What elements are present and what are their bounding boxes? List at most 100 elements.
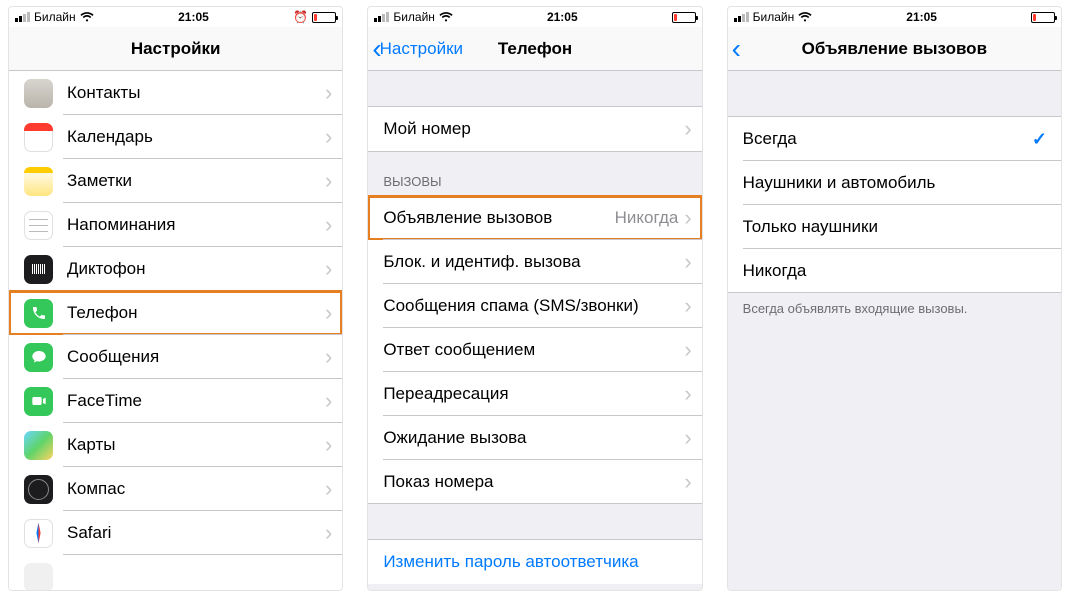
row-notes[interactable]: Заметки ›: [9, 159, 342, 203]
row-label: Ответ сообщением: [383, 340, 684, 360]
option-label: Никогда: [743, 261, 1061, 281]
chevron-right-icon: ›: [684, 249, 701, 275]
row-my-number[interactable]: Мой номер ›: [368, 107, 701, 151]
safari-icon: [24, 519, 53, 548]
row-announce-calls[interactable]: Объявление вызовов Никогда ›: [368, 196, 701, 240]
signal-icon: [15, 12, 30, 22]
screen-phone-settings: Билайн 21:05 ‹ Настройки Телефон Мой ном…: [367, 6, 702, 591]
row-partial[interactable]: [9, 555, 342, 590]
row-calendar[interactable]: Календарь ›: [9, 115, 342, 159]
row-compass[interactable]: Компас ›: [9, 467, 342, 511]
row-show-number[interactable]: Показ номера ›: [368, 460, 701, 504]
option-label: Только наушники: [743, 217, 1061, 237]
chevron-right-icon: ›: [325, 344, 342, 370]
contacts-icon: [24, 79, 53, 108]
row-safari[interactable]: Safari ›: [9, 511, 342, 555]
carrier-label: Билайн: [393, 10, 435, 24]
time-label: 21:05: [178, 10, 209, 24]
messages-icon: [24, 343, 53, 372]
settings-list: Контакты › Календарь › Заметки › Напомин…: [9, 71, 342, 590]
wifi-icon: [80, 11, 94, 24]
row-reminders[interactable]: Напоминания ›: [9, 203, 342, 247]
row-label: Контакты: [67, 83, 325, 103]
status-bar: Билайн 21:05: [368, 7, 701, 27]
row-maps[interactable]: Карты ›: [9, 423, 342, 467]
nav-bar: ‹ Объявление вызовов: [728, 27, 1061, 71]
facetime-icon: [24, 387, 53, 416]
chevron-left-icon: ‹: [732, 35, 741, 63]
chevron-right-icon: ›: [325, 300, 342, 326]
chevron-right-icon: ›: [325, 212, 342, 238]
notes-icon: [24, 167, 53, 196]
row-label: Объявление вызовов: [383, 208, 614, 228]
chevron-right-icon: ›: [325, 80, 342, 106]
row-label: Переадресация: [383, 384, 684, 404]
voice-memos-icon: [24, 255, 53, 284]
screen-announce-calls: Билайн 21:05 ‹ Объявление вызовов Всегда…: [727, 6, 1062, 591]
battery-icon: [672, 12, 696, 23]
row-label: Диктофон: [67, 259, 325, 279]
option-headphones-only[interactable]: Только наушники: [728, 205, 1061, 249]
signal-icon: [374, 12, 389, 22]
row-voice-memos[interactable]: Диктофон ›: [9, 247, 342, 291]
carrier-label: Билайн: [753, 10, 795, 24]
carrier-label: Билайн: [34, 10, 76, 24]
chevron-right-icon: ›: [684, 381, 701, 407]
back-button[interactable]: ‹: [732, 27, 739, 70]
calendar-icon: [24, 123, 53, 152]
nav-bar: Настройки: [9, 27, 342, 71]
row-label: Safari: [67, 523, 325, 543]
chevron-right-icon: ›: [325, 168, 342, 194]
option-never[interactable]: Никогда: [728, 249, 1061, 293]
chevron-right-icon: ›: [684, 469, 701, 495]
back-label: Настройки: [380, 39, 463, 59]
row-messages[interactable]: Сообщения ›: [9, 335, 342, 379]
chevron-right-icon: ›: [325, 388, 342, 414]
wifi-icon: [439, 11, 453, 24]
row-block-identify[interactable]: Блок. и идентиф. вызова ›: [368, 240, 701, 284]
row-label: Изменить пароль автоответчика: [383, 552, 701, 572]
page-title: Объявление вызовов: [802, 39, 987, 59]
check-icon: ✓: [1032, 129, 1061, 150]
chevron-right-icon: ›: [325, 432, 342, 458]
chevron-right-icon: ›: [684, 425, 701, 451]
back-button[interactable]: ‹ Настройки: [372, 27, 463, 70]
option-headphones-car[interactable]: Наушники и автомобиль: [728, 161, 1061, 205]
row-contacts[interactable]: Контакты ›: [9, 71, 342, 115]
chevron-right-icon: ›: [325, 256, 342, 282]
alarm-icon: ⏰: [293, 10, 308, 24]
row-label: Мой номер: [383, 119, 684, 139]
option-always[interactable]: Всегда ✓: [728, 117, 1061, 161]
page-title: Настройки: [131, 39, 221, 59]
status-bar: Билайн 21:05: [728, 7, 1061, 27]
row-forwarding[interactable]: Переадресация ›: [368, 372, 701, 416]
row-label: Ожидание вызова: [383, 428, 684, 448]
row-change-voicemail-pass[interactable]: Изменить пароль автоответчика: [368, 540, 701, 584]
signal-icon: [734, 12, 749, 22]
row-phone[interactable]: Телефон ›: [9, 291, 342, 335]
time-label: 21:05: [547, 10, 578, 24]
row-facetime[interactable]: FaceTime ›: [9, 379, 342, 423]
option-label: Наушники и автомобиль: [743, 173, 1061, 193]
row-reply-message[interactable]: Ответ сообщением ›: [368, 328, 701, 372]
row-label: Блок. и идентиф. вызова: [383, 252, 684, 272]
wifi-icon: [798, 11, 812, 24]
row-call-waiting[interactable]: Ожидание вызова ›: [368, 416, 701, 460]
section-footer: Всегда объявлять входящие вызовы.: [728, 293, 1061, 322]
row-label: Показ номера: [383, 472, 684, 492]
unknown-icon: [24, 563, 53, 591]
row-label: Компас: [67, 479, 325, 499]
maps-icon: [24, 431, 53, 460]
phone-settings-list: Мой номер › ВЫЗОВЫ Объявление вызовов Ни…: [368, 71, 701, 590]
row-spam[interactable]: Сообщения спама (SMS/звонки) ›: [368, 284, 701, 328]
status-bar: Билайн 21:05 ⏰: [9, 7, 342, 27]
option-label: Всегда: [743, 129, 1032, 149]
page-title: Телефон: [498, 39, 572, 59]
chevron-right-icon: ›: [684, 116, 701, 142]
nav-bar: ‹ Настройки Телефон: [368, 27, 701, 71]
row-label: Карты: [67, 435, 325, 455]
section-header-calls: ВЫЗОВЫ: [368, 152, 701, 196]
battery-icon: [1031, 12, 1055, 23]
row-label: Сообщения спама (SMS/звонки): [383, 296, 684, 316]
row-label: Заметки: [67, 171, 325, 191]
